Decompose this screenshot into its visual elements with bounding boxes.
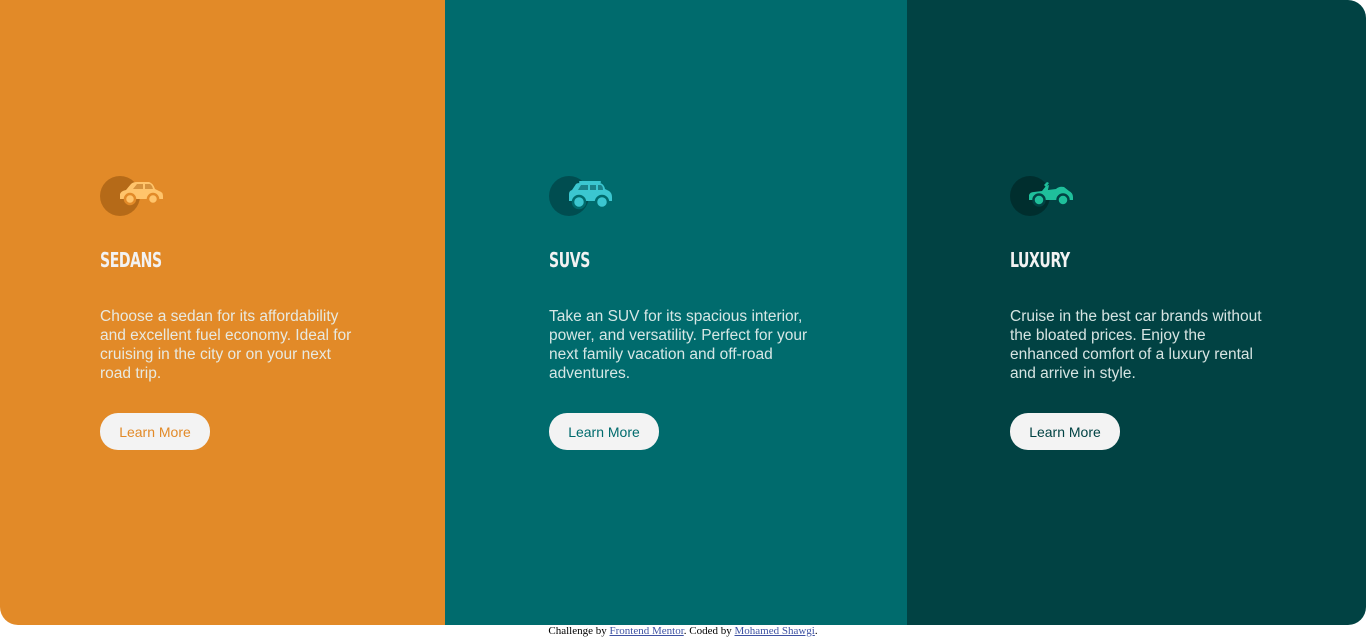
card-description: Cruise in the best car brands without th… [1010,308,1262,382]
card-title: LUXURY [1010,248,1070,272]
author-link[interactable]: Mohamed Shawgi [734,625,814,637]
suv-car-icon [549,176,615,216]
card-title: SUVS [549,248,590,272]
attribution-prefix: Challenge by [548,625,610,637]
card-description: Take an SUV for its spacious interior, p… [549,308,808,382]
attribution-middle: . Coded by [683,625,735,637]
learn-more-button[interactable]: Learn More [1010,413,1120,450]
card-title: SEDANS [100,248,162,272]
car-cards-container: SEDANS Choose a sedan for its affordabil… [0,0,1366,625]
learn-more-button[interactable]: Learn More [100,413,210,450]
luxury-car-icon [1010,176,1076,216]
frontend-mentor-link[interactable]: Frontend Mentor [610,625,684,637]
card-sedans: SEDANS Choose a sedan for its affordabil… [0,0,445,625]
card-description: Choose a sedan for its affordability and… [100,308,352,382]
learn-more-button[interactable]: Learn More [549,413,659,450]
attribution-suffix: . [814,625,818,637]
card-suvs: SUVS Take an SUV for its spacious interi… [445,0,907,625]
attribution: Challenge by Frontend Mentor. Coded by M… [0,625,1366,637]
sedan-car-icon [100,176,166,216]
card-luxury: LUXURY Cruise in the best car brands wit… [907,0,1366,625]
